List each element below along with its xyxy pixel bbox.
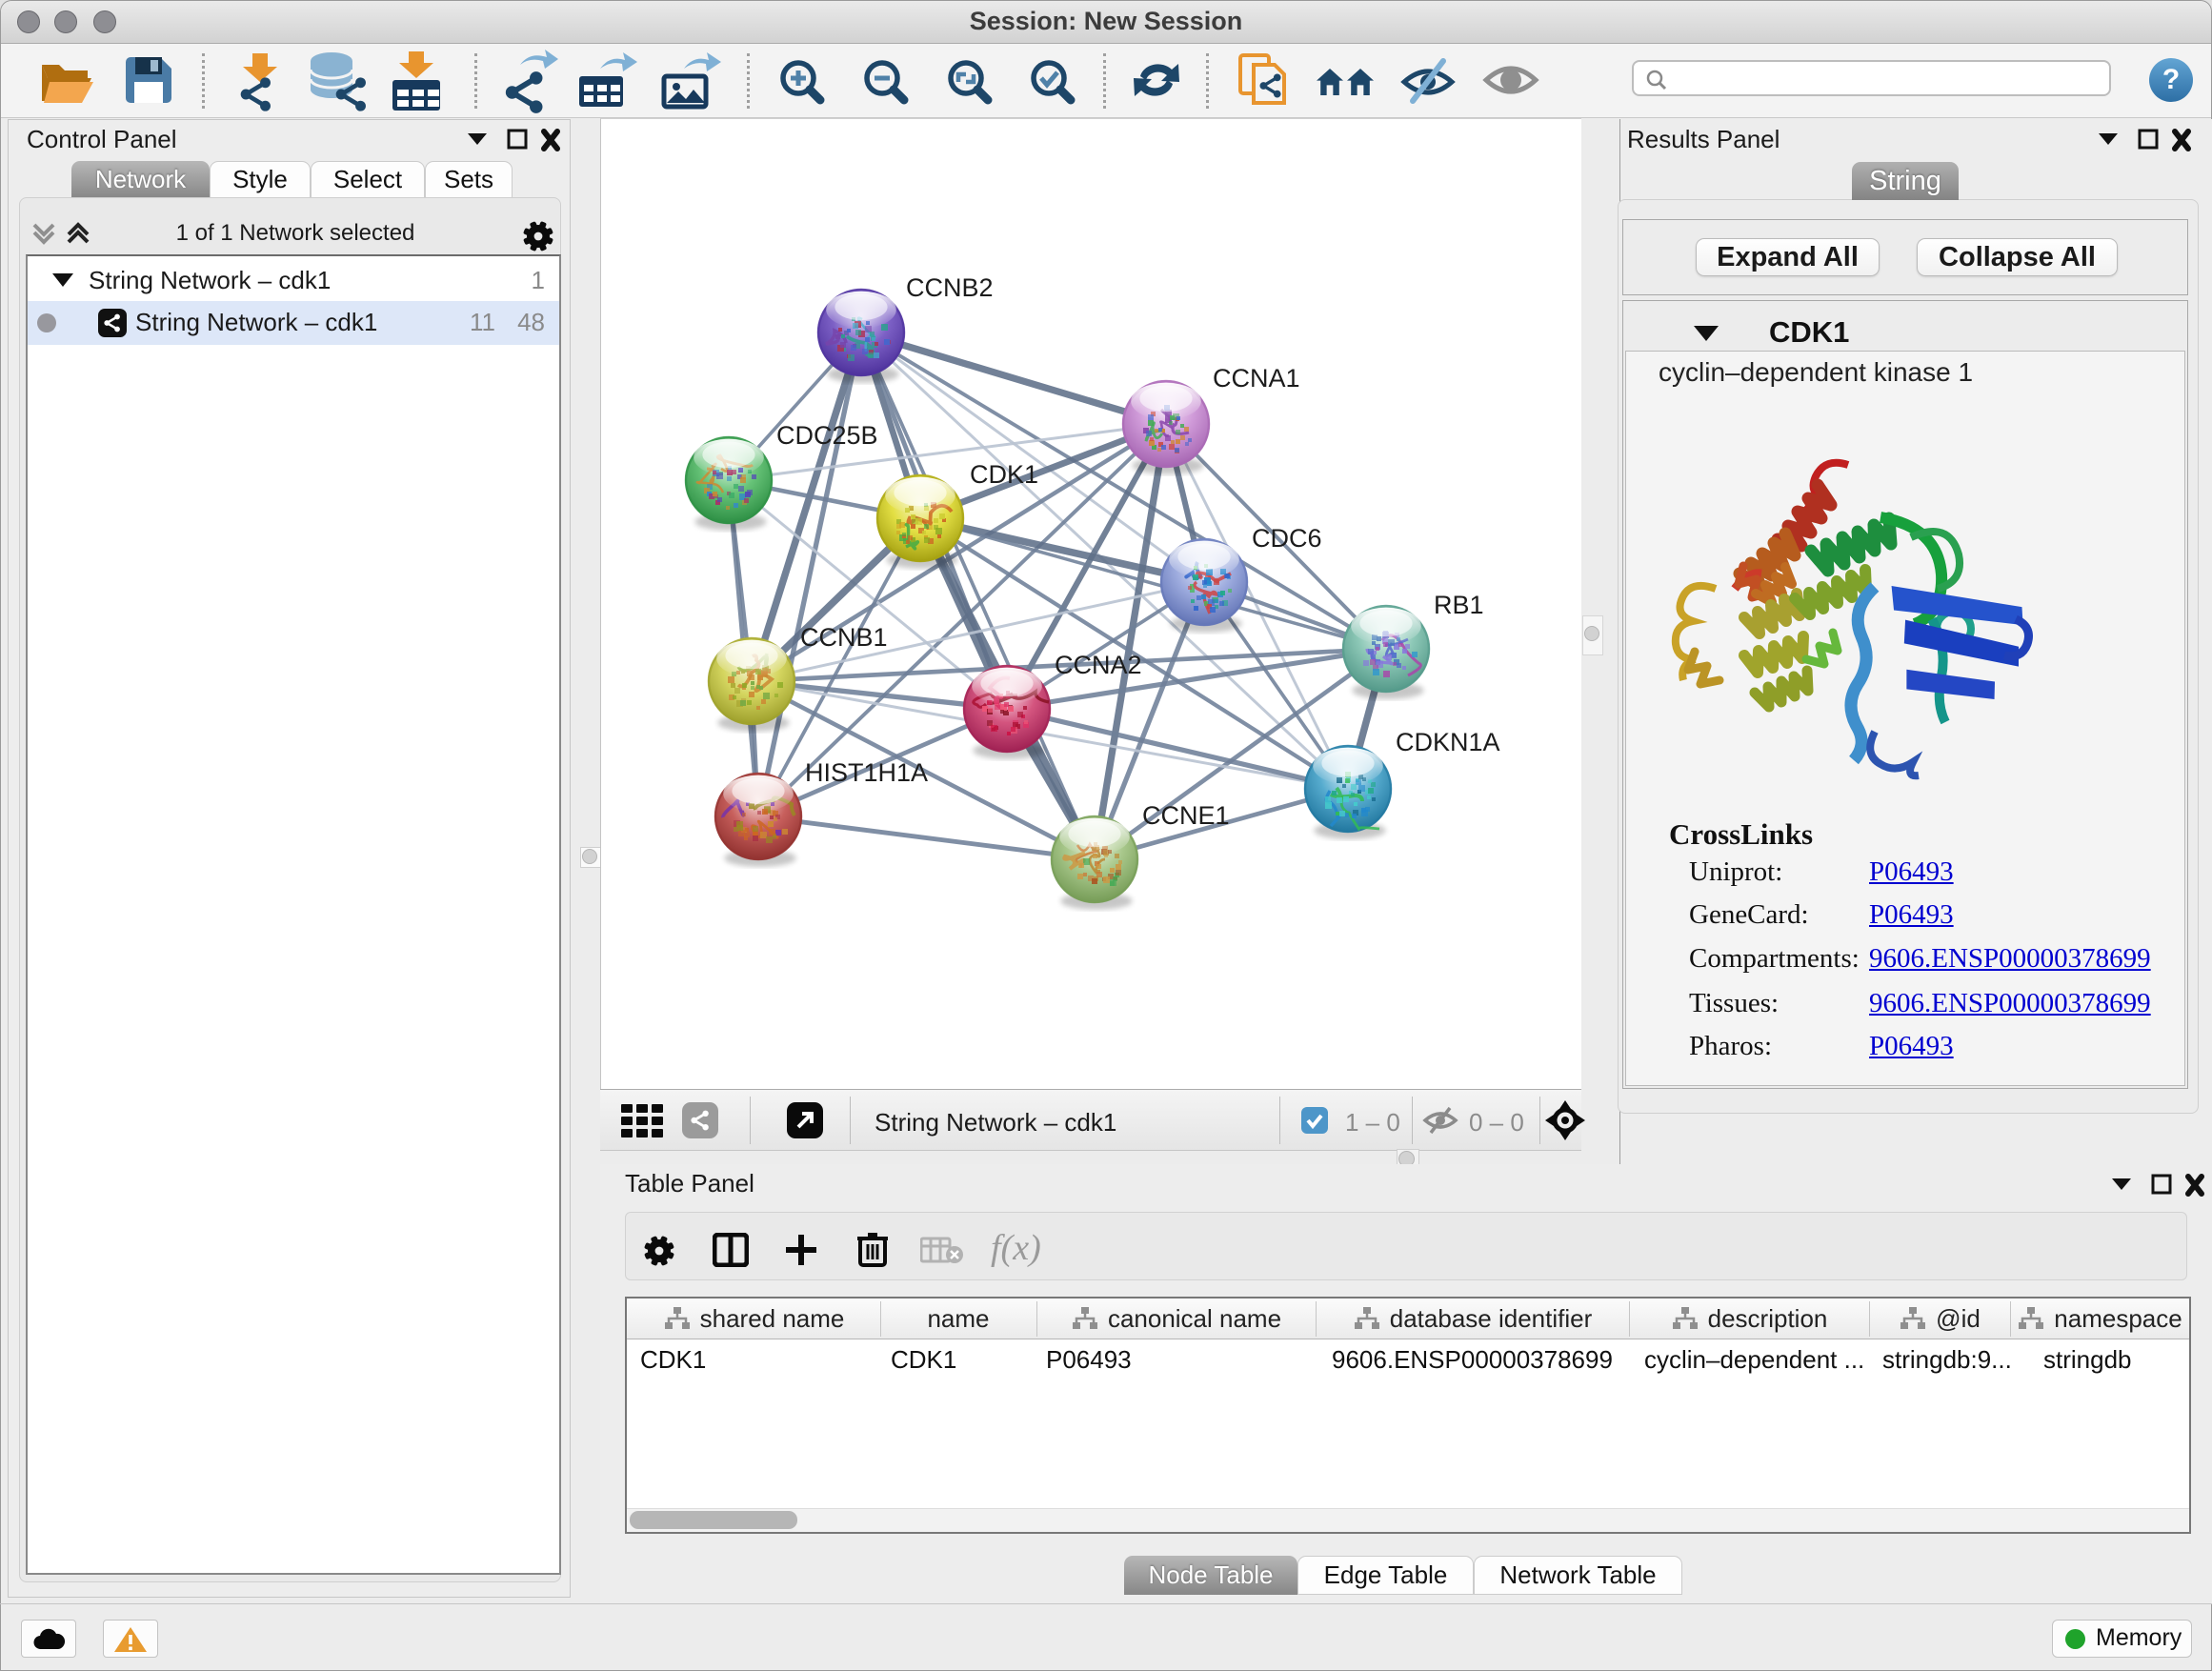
svg-text:HIST1H1A: HIST1H1A [805,758,928,787]
svg-text:CCNA2: CCNA2 [1055,651,1142,679]
svg-text:CCNE1: CCNE1 [1142,801,1230,830]
svg-text:CDC6: CDC6 [1252,524,1322,553]
svg-text:CCNB1: CCNB1 [800,623,888,652]
svg-text:CCNB2: CCNB2 [906,273,994,302]
svg-text:RB1: RB1 [1434,591,1484,619]
svg-text:CCNA1: CCNA1 [1213,364,1300,393]
svg-text:CDC25B: CDC25B [776,421,878,450]
svg-text:CDK1: CDK1 [970,460,1038,489]
svg-text:CDKN1A: CDKN1A [1396,728,1500,756]
